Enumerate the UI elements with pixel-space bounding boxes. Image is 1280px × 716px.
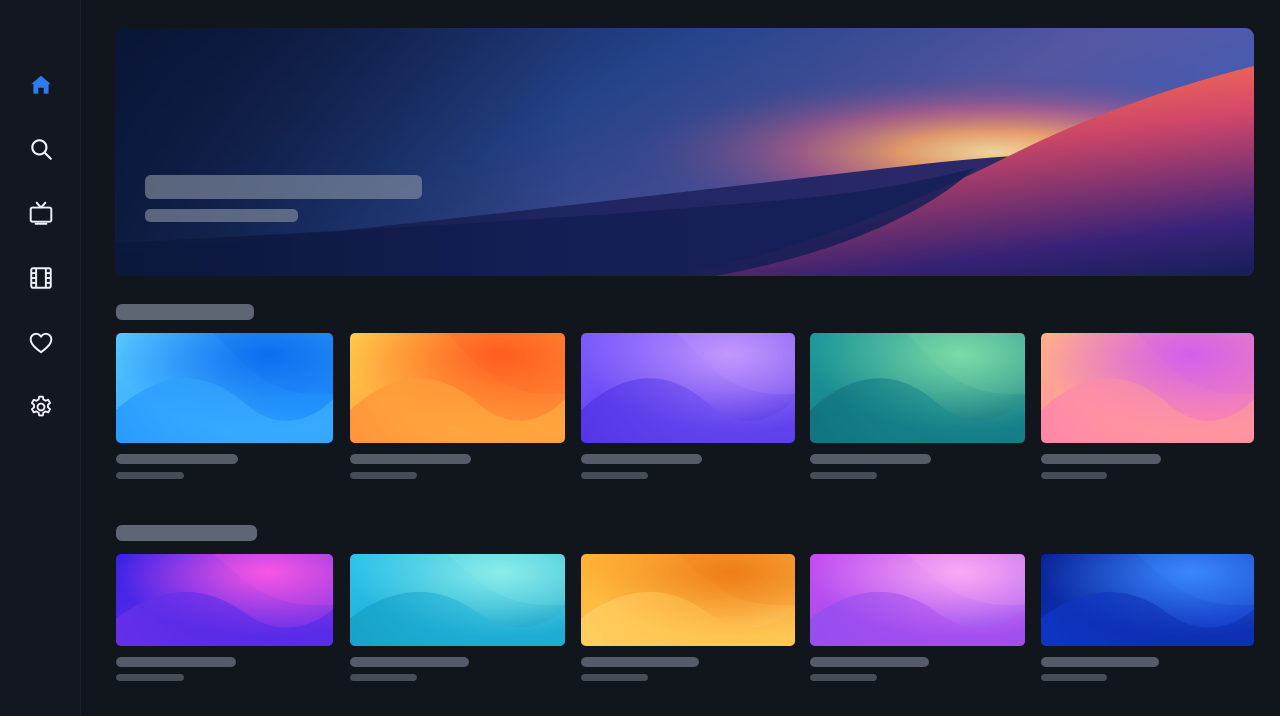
card-title-placeholder	[810, 454, 931, 464]
card-subtitle-placeholder	[1041, 472, 1107, 479]
card-subtitle-placeholder	[350, 472, 417, 479]
card-subtitle-placeholder	[581, 472, 648, 479]
media-card[interactable]	[350, 554, 565, 682]
card-artwork	[116, 333, 333, 443]
card-title-placeholder	[350, 657, 469, 667]
card-subtitle-placeholder	[810, 472, 877, 479]
media-card[interactable]	[1041, 333, 1254, 480]
card-thumbnail[interactable]	[1041, 554, 1254, 646]
card-artwork	[810, 333, 1025, 443]
card-artwork	[581, 554, 795, 646]
nav-live-tv-button[interactable]	[24, 196, 58, 230]
media-card[interactable]	[581, 333, 795, 480]
section-title-placeholder-1	[116, 304, 254, 320]
hero-title-placeholder	[145, 175, 422, 199]
card-artwork	[581, 333, 795, 443]
card-title-placeholder	[350, 454, 471, 464]
hero-artwork	[115, 28, 1254, 276]
card-thumbnail[interactable]	[116, 333, 333, 443]
hero-subtitle-placeholder	[145, 209, 298, 222]
card-thumbnail[interactable]	[581, 554, 795, 646]
card-thumbnail[interactable]	[810, 554, 1025, 646]
media-card[interactable]	[116, 554, 333, 682]
card-title-placeholder	[1041, 657, 1159, 667]
card-subtitle-placeholder	[581, 674, 648, 681]
hero-banner[interactable]	[115, 28, 1254, 276]
nav-search-button[interactable]	[24, 132, 58, 166]
card-thumbnail[interactable]	[581, 333, 795, 443]
card-artwork	[1041, 333, 1254, 443]
search-icon	[31, 139, 52, 160]
card-artwork	[350, 333, 565, 443]
card-artwork	[350, 554, 565, 646]
tv-icon	[29, 201, 53, 225]
card-thumbnail[interactable]	[350, 333, 565, 443]
nav-home-button[interactable]	[24, 68, 58, 102]
nav-favorites-button[interactable]	[24, 326, 58, 360]
heart-icon	[29, 332, 53, 354]
nav-movies-button[interactable]	[24, 261, 58, 295]
nav-settings-button[interactable]	[24, 390, 58, 424]
card-thumbnail[interactable]	[116, 554, 333, 646]
card-title-placeholder	[581, 454, 702, 464]
card-artwork	[116, 554, 333, 646]
card-thumbnail[interactable]	[1041, 333, 1254, 443]
card-artwork	[810, 554, 1025, 646]
media-card[interactable]	[1041, 554, 1254, 682]
card-thumbnail[interactable]	[350, 554, 565, 646]
card-title-placeholder	[810, 657, 929, 667]
media-card[interactable]	[810, 554, 1025, 682]
section-title-placeholder-2	[116, 525, 257, 541]
card-subtitle-placeholder	[116, 674, 184, 681]
card-subtitle-placeholder	[810, 674, 877, 681]
sidebar	[0, 0, 81, 716]
media-card[interactable]	[810, 333, 1025, 480]
media-card[interactable]	[350, 333, 565, 480]
card-title-placeholder	[116, 454, 238, 464]
card-artwork	[1041, 554, 1254, 646]
media-card[interactable]	[581, 554, 795, 682]
home-icon	[31, 75, 51, 94]
card-title-placeholder	[581, 657, 699, 667]
film-icon	[30, 267, 52, 289]
card-thumbnail[interactable]	[810, 333, 1025, 443]
card-title-placeholder	[1041, 454, 1161, 464]
media-card[interactable]	[116, 333, 333, 480]
card-title-placeholder	[116, 657, 236, 667]
gear-icon	[30, 395, 52, 417]
card-subtitle-placeholder	[350, 674, 417, 681]
card-subtitle-placeholder	[1041, 674, 1107, 681]
card-subtitle-placeholder	[116, 472, 184, 479]
